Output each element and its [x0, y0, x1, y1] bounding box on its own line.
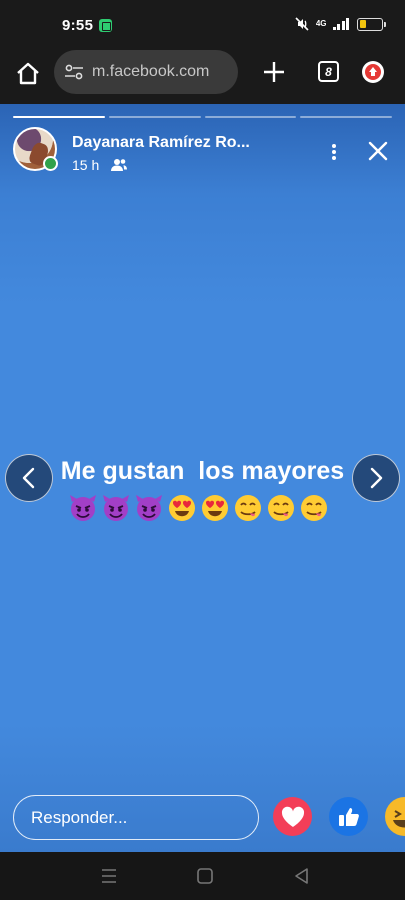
signal-icon — [332, 18, 349, 30]
progress-segment — [108, 116, 201, 118]
status-bar: 9:55 4G — [0, 0, 405, 46]
chevron-right-icon — [370, 467, 383, 489]
smiling-imp-emoji-icon — [70, 495, 96, 521]
mute-icon — [295, 17, 309, 31]
love-reaction-button[interactable] — [273, 797, 312, 836]
online-indicator — [43, 156, 58, 171]
yum-emoji-icon — [301, 495, 327, 521]
url-text[interactable]: m.facebook.com — [92, 63, 209, 81]
progress-segment — [13, 116, 105, 118]
battery-icon — [357, 17, 386, 31]
more-options-button[interactable] — [327, 142, 341, 162]
tab-switcher-icon[interactable]: 8 — [318, 61, 339, 82]
system-navigation-bar — [0, 852, 405, 900]
address-bar[interactable]: m.facebook.com — [54, 50, 238, 94]
friends-icon — [111, 159, 127, 171]
yum-emoji-icon — [235, 495, 261, 521]
like-reaction-button[interactable] — [329, 797, 368, 836]
smiling-imp-emoji-icon — [103, 495, 129, 521]
story-progress — [13, 116, 392, 118]
reply-input[interactable] — [13, 795, 259, 840]
heart-eyes-emoji-icon — [202, 495, 228, 521]
home-icon[interactable] — [14, 60, 42, 88]
plus-icon[interactable] — [262, 60, 286, 84]
chevron-left-icon — [22, 467, 35, 489]
site-settings-icon[interactable] — [64, 63, 84, 81]
app-notification-icon — [99, 19, 112, 32]
update-icon[interactable] — [362, 61, 384, 83]
status-icons: 4G — [294, 15, 386, 33]
close-icon[interactable] — [367, 140, 389, 162]
yum-emoji-icon — [268, 495, 294, 521]
story-emoji-row — [68, 493, 329, 523]
recents-icon[interactable] — [99, 866, 119, 886]
battery-fill — [359, 20, 366, 28]
network-label: 4G — [315, 19, 327, 28]
haha-icon — [393, 810, 405, 828]
post-time: 15 h — [72, 157, 100, 173]
progress-segment — [204, 116, 297, 118]
smiling-imp-emoji-icon — [136, 495, 162, 521]
heart-icon — [281, 806, 304, 827]
haha-reaction-button[interactable] — [385, 797, 405, 836]
story-text: Me gustan los mayores — [60, 457, 345, 485]
back-icon[interactable] — [292, 866, 312, 886]
status-time: 9:55 — [62, 17, 94, 34]
home-icon[interactable] — [195, 866, 215, 886]
heart-eyes-emoji-icon — [169, 495, 195, 521]
thumbs-up-icon — [338, 807, 359, 826]
poster-name[interactable]: Dayanara Ramírez Ro... — [72, 134, 250, 152]
story-viewer[interactable]: Dayanara Ramírez Ro... 15 h Me gustan lo… — [0, 104, 405, 852]
progress-segment — [300, 116, 392, 118]
browser-toolbar: m.facebook.com 8 — [0, 46, 405, 104]
